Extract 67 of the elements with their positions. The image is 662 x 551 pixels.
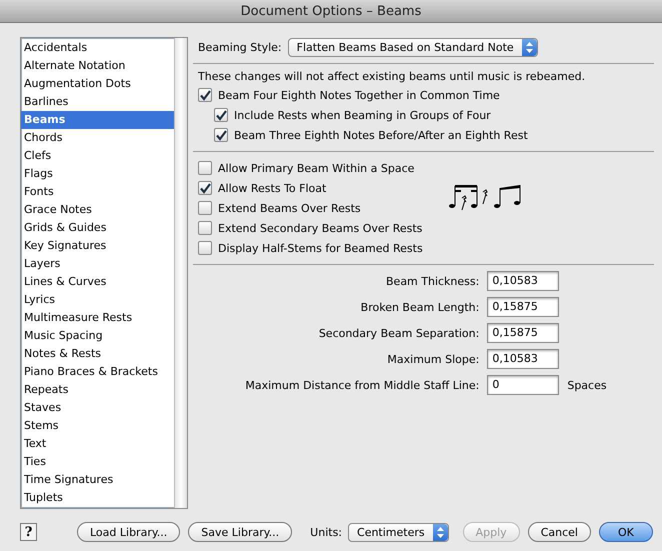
sidebar-item[interactable]: Layers xyxy=(21,255,174,273)
stepper-icon xyxy=(432,524,448,540)
sidebar-item[interactable]: Staves xyxy=(21,399,174,417)
field-label: Maximum Distance from Middle Staff Line: xyxy=(244,378,480,392)
checkbox[interactable] xyxy=(198,181,212,195)
checkbox[interactable] xyxy=(198,221,212,235)
sidebar-item[interactable]: Alternate Notation xyxy=(21,57,174,75)
field-label: Maximum Slope: xyxy=(386,352,480,366)
sidebar-item[interactable]: Time Signatures xyxy=(21,471,174,489)
beaming-style-label: Beaming Style: xyxy=(198,40,282,54)
input-field[interactable]: 0,10583 xyxy=(487,271,560,291)
library-button[interactable]: Save Library... xyxy=(188,522,292,542)
sidebar-item[interactable]: Grace Notes xyxy=(21,201,174,219)
sidebar-item[interactable]: Lyrics xyxy=(21,291,174,309)
checkbox-label[interactable]: Allow Rests To Float xyxy=(218,182,326,194)
checkbox-label[interactable]: Display Half-Stems for Beamed Rests xyxy=(218,242,423,254)
sidebar-item[interactable]: Music Spacing xyxy=(21,327,174,345)
sidebar-item[interactable]: Accidentals xyxy=(21,39,174,57)
sidebar-item[interactable]: Ties xyxy=(21,453,174,471)
checkbox[interactable] xyxy=(214,128,228,142)
checkbox[interactable] xyxy=(198,161,212,175)
scrollbar[interactable] xyxy=(174,38,187,508)
checkbox-label[interactable]: Extend Secondary Beams Over Rests xyxy=(218,222,422,234)
sidebar-item[interactable]: Grids & Guides xyxy=(21,219,174,237)
field-label: Broken Beam Length: xyxy=(360,300,480,314)
info-text: These changes will not affect existing beams until music is rebeamed. xyxy=(198,70,586,83)
checkbox-label[interactable]: Allow Primary Beam Within a Space xyxy=(218,162,414,174)
sidebar-item[interactable]: Flags xyxy=(21,165,174,183)
sidebar-item[interactable]: Fonts xyxy=(21,183,174,201)
window-title: Document Options – Beams xyxy=(0,0,662,23)
sidebar-item[interactable]: Piano Braces & Brackets xyxy=(21,363,174,381)
checkbox[interactable] xyxy=(198,241,212,255)
input-field[interactable]: 0 xyxy=(487,375,560,395)
sidebar-item[interactable]: Beams xyxy=(21,111,174,129)
units-dropdown[interactable]: Centimeters xyxy=(348,522,449,542)
checkbox-label[interactable]: Include Rests when Beaming in Groups of Four xyxy=(234,108,491,122)
field-label: Secondary Beam Separation: xyxy=(318,326,480,340)
checkbox[interactable] xyxy=(198,201,212,215)
sidebar-item[interactable]: Barlines xyxy=(21,93,174,111)
sidebar-item[interactable]: Augmentation Dots xyxy=(21,75,174,93)
beaming-style-dropdown[interactable]: Flatten Beams Based on Standard Note xyxy=(288,38,538,56)
sidebar-item[interactable]: Multimeasure Rests xyxy=(21,309,174,327)
input-field[interactable]: 0,15875 xyxy=(487,323,560,343)
checkbox-label[interactable]: Beam Three Eighth Notes Before/After an Eighth Rest xyxy=(234,128,528,142)
sidebar-item[interactable]: Clefs xyxy=(21,147,174,165)
sidebar-item[interactable]: Notes & Rests xyxy=(21,345,174,363)
sidebar-item[interactable]: Stems xyxy=(21,417,174,435)
library-button[interactable]: Load Library... xyxy=(77,522,180,542)
sidebar-item[interactable]: Lines & Curves xyxy=(21,273,174,291)
checkbox[interactable] xyxy=(198,88,212,102)
unit-label: Spaces xyxy=(567,378,607,392)
dialog-button[interactable]: Cancel xyxy=(528,522,591,542)
help-button[interactable]: ? xyxy=(20,523,37,541)
input-field[interactable]: 0,15875 xyxy=(487,297,560,317)
checkbox-label[interactable]: Beam Four Eighth Notes Together in Common Time xyxy=(218,88,500,102)
sidebar-item[interactable]: Text xyxy=(21,435,174,453)
units-label: Units: xyxy=(310,526,342,538)
sidebar-item[interactable]: Chords xyxy=(21,129,174,147)
input-field[interactable]: 0,10583 xyxy=(487,349,560,369)
dialog-button[interactable]: OK xyxy=(598,522,653,542)
sidebar-item[interactable]: Key Signatures xyxy=(21,237,174,255)
sidebar-item[interactable]: Tuplets xyxy=(21,489,174,507)
field-label: Beam Thickness: xyxy=(385,274,480,288)
stepper-icon xyxy=(522,38,537,56)
sidebar-item[interactable]: Repeats xyxy=(21,381,174,399)
checkbox[interactable] xyxy=(214,108,228,122)
checkbox-label[interactable]: Extend Beams Over Rests xyxy=(218,202,361,214)
